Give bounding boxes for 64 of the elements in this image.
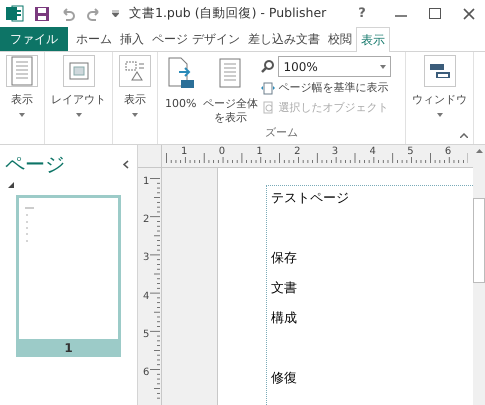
ruler-number: 5: [143, 328, 150, 341]
dropdown-caret-icon: [380, 64, 386, 68]
dropdown-caret-icon: [436, 113, 442, 117]
ruler-number: 1: [256, 146, 263, 158]
group-label: ズーム: [265, 125, 298, 141]
dropdown-caret-icon: [132, 113, 138, 117]
help-button[interactable]: ?: [351, 4, 373, 24]
dropdown-caret-icon: [19, 113, 25, 117]
close-icon[interactable]: [463, 8, 475, 20]
ruler-number: 2: [294, 146, 300, 158]
ruler-number: 6: [444, 146, 452, 158]
ribbon-tab[interactable]: 差し込み文書: [244, 27, 324, 51]
ribbon-tab[interactable]: 表示: [356, 27, 390, 52]
ruler-number: 4: [143, 290, 150, 303]
document-text: 構成: [271, 310, 297, 327]
ribbon-button[interactable]: 100%: [162, 52, 200, 125]
ribbon-button[interactable]: 表示: [3, 52, 41, 144]
page-icon: [219, 58, 242, 88]
zoom-100-icon: [166, 56, 195, 90]
ruler-number: 4: [370, 146, 376, 158]
windows-icon: [428, 62, 450, 80]
ribbon-button[interactable]: ウィンドウ: [409, 52, 470, 144]
page-width-icon: [261, 82, 276, 95]
ruler-number: 3: [332, 146, 338, 158]
ribbon-tab[interactable]: ホーム: [72, 27, 116, 51]
document-text: 文書: [271, 280, 297, 297]
shapes-icon: [124, 60, 146, 82]
customize-caret-icon[interactable]: [112, 10, 119, 17]
ruler-number: 6: [143, 367, 150, 379]
maximize-icon[interactable]: [429, 8, 441, 19]
ribbon-button[interactable]: ページ全体を表示: [199, 52, 262, 125]
section-expand-icon[interactable]: [8, 182, 14, 188]
page-thumbnail[interactable]: 1: [16, 195, 121, 357]
document-text: 保存: [271, 250, 297, 267]
ruler-number: 3: [143, 252, 150, 264]
dropdown-caret-icon: [76, 113, 82, 117]
ribbon-tab[interactable]: ファイル: [0, 27, 68, 51]
scrollbar-thumb[interactable]: [473, 198, 485, 283]
ruler-number: 1: [143, 176, 150, 188]
collapse-ribbon-icon[interactable]: [460, 133, 468, 138]
document-text: 修復: [271, 370, 297, 387]
ruler-number: 5: [407, 146, 414, 158]
picture-icon: [68, 62, 88, 80]
ribbon-tab[interactable]: 校閲: [324, 27, 356, 51]
pane-title: ページ: [5, 151, 65, 177]
ribbon-button[interactable]: ページ幅を基準に表示: [261, 80, 392, 96]
search-icon: [261, 60, 274, 73]
ribbon-button[interactable]: 表示: [116, 52, 154, 144]
document-text: テストページ: [271, 190, 349, 207]
ribbon-tab[interactable]: ページ デザイン: [148, 27, 244, 51]
zoom-field[interactable]: 100%: [278, 56, 392, 77]
ruler-number: 0: [218, 146, 226, 158]
scroll-up-icon[interactable]: [476, 149, 482, 153]
ruler-number: 1: [181, 146, 188, 158]
selection-zoom-icon: [261, 101, 276, 114]
page-icon: [11, 56, 33, 86]
page-number: 1: [63, 340, 74, 357]
app-logo-icon: [6, 5, 24, 22]
ruler-number: 2: [143, 214, 150, 226]
window-title: 文書1.pub (自動回復) - Publisher: [129, 4, 326, 22]
save-icon[interactable]: [34, 6, 50, 22]
collapse-pane-icon[interactable]: [123, 160, 129, 168]
ribbon-button[interactable]: レイアウト: [48, 52, 109, 144]
ribbon-tab[interactable]: 挿入: [116, 27, 148, 51]
